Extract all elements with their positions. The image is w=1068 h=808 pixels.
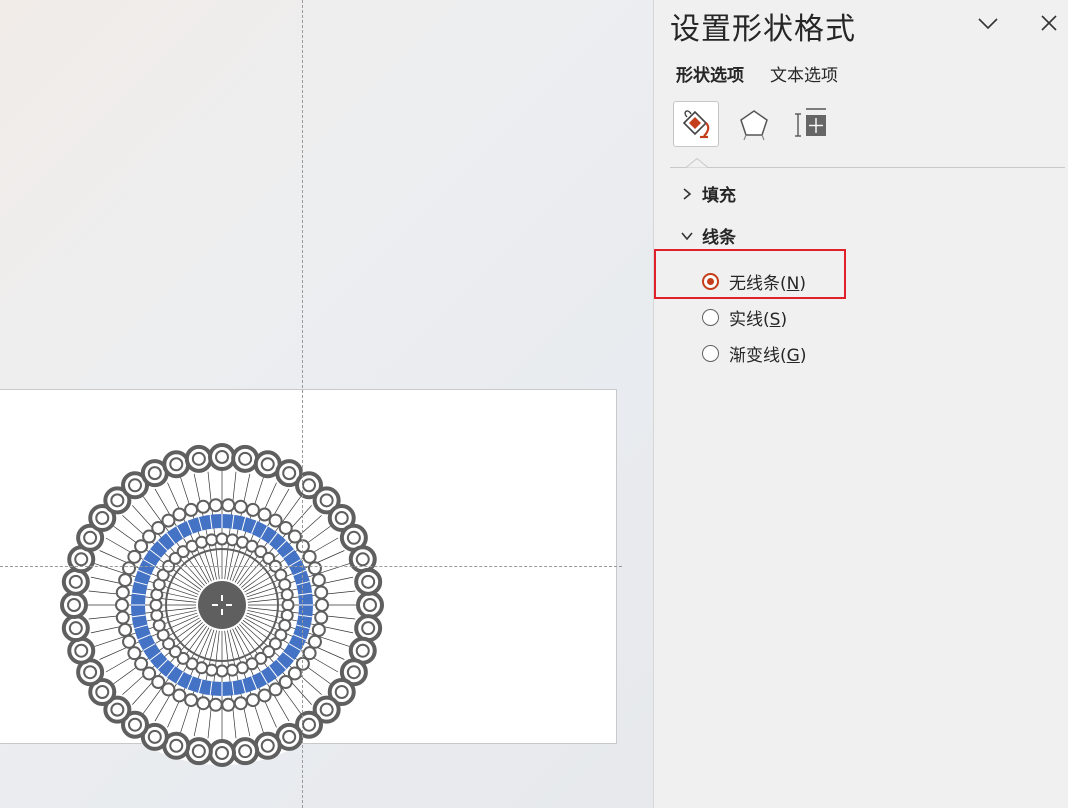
radio-button[interactable]: [702, 309, 719, 326]
format-shape-pane: 设置形状格式 形状选项 文本选项 填充 线条 无线条(N) 实线(S) 渐变线(…: [653, 0, 1068, 808]
active-tab-pointer: [686, 158, 708, 168]
section-line-label: 线条: [702, 228, 736, 248]
vertical-guide-line[interactable]: [302, 0, 303, 808]
pentagon-effects-icon: [740, 110, 768, 141]
radio-solid-line[interactable]: 实线(S): [702, 305, 787, 330]
chevron-down-icon[interactable]: [973, 8, 1003, 38]
tab-shape-options[interactable]: 形状选项: [676, 61, 744, 86]
tab-text-options[interactable]: 文本选项: [770, 61, 838, 86]
icon-tabs: [673, 101, 835, 147]
pane-divider: [670, 167, 1065, 168]
close-icon[interactable]: [1034, 8, 1064, 38]
pane-title: 设置形状格式: [670, 12, 856, 47]
section-fill[interactable]: 填充: [680, 181, 736, 206]
horizontal-guide-line[interactable]: [0, 566, 622, 567]
section-line[interactable]: 线条: [680, 223, 736, 248]
radio-gradient-line[interactable]: 渐变线(G): [702, 341, 806, 366]
radio-button[interactable]: [702, 345, 719, 362]
section-fill-label: 填充: [702, 186, 736, 206]
tab-effects[interactable]: [731, 101, 777, 147]
option-tabs: 形状选项 文本选项: [676, 61, 838, 86]
radio-no-line[interactable]: 无线条(N): [702, 269, 806, 294]
mandala-shape[interactable]: [52, 438, 392, 778]
radio-label: 无线条(N): [729, 274, 806, 294]
radio-button[interactable]: [702, 273, 719, 290]
chevron-right-icon: [683, 187, 692, 200]
radio-label: 实线(S): [729, 310, 788, 330]
size-properties-icon: [795, 108, 826, 137]
tab-size-properties[interactable]: [789, 101, 835, 147]
radio-label: 渐变线(G): [729, 346, 807, 366]
tab-fill-line[interactable]: [673, 101, 719, 147]
slide-canvas-area[interactable]: [0, 0, 653, 808]
chevron-down-icon: [681, 231, 693, 240]
fill-line-bucket-icon: [682, 110, 710, 139]
